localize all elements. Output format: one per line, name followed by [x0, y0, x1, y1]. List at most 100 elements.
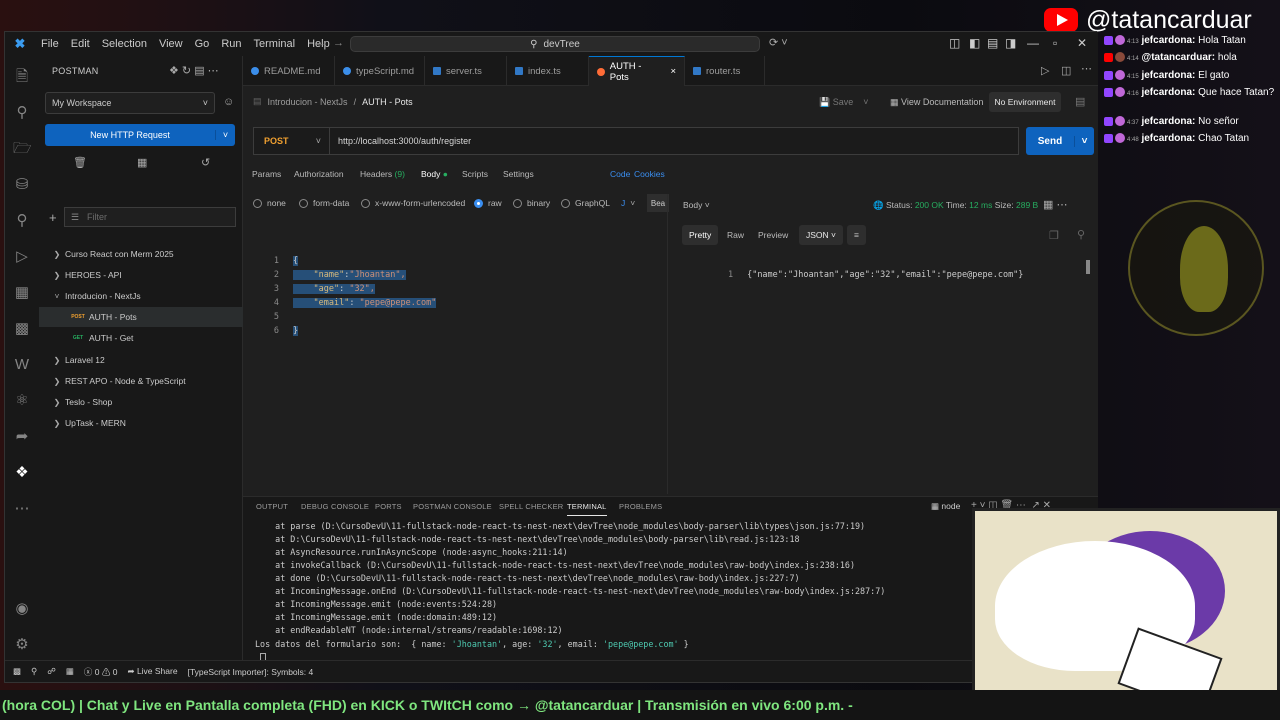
scrollbar-thumb[interactable]: [1086, 260, 1090, 274]
back-arrow-icon[interactable]: ←: [315, 37, 326, 49]
collection-item[interactable]: ❯ HEROES - API: [39, 265, 243, 285]
invite-user-icon[interactable]: ☺: [223, 96, 234, 108]
tab-server-ts[interactable]: server.ts: [425, 56, 507, 86]
add-collection-icon[interactable]: +: [49, 210, 57, 225]
send-button[interactable]: Send ˅: [1026, 127, 1094, 155]
postman-icon[interactable]: ❖: [13, 464, 31, 482]
pane-divider[interactable]: [667, 194, 668, 494]
save-response-icon[interactable]: ▦ ⋯: [1043, 198, 1067, 211]
toggle-sidebar-icon[interactable]: ◧: [969, 36, 980, 50]
chevron-down-icon[interactable]: ˅: [215, 130, 235, 140]
menu-view[interactable]: View: [153, 38, 189, 50]
collection-item[interactable]: ❯ Laravel 12: [39, 350, 243, 370]
raw-type-select[interactable]: J ˅: [621, 198, 635, 208]
collection-item[interactable]: ❯ Teslo - Shop: [39, 392, 243, 412]
view-raw-button[interactable]: Raw: [720, 225, 751, 245]
body-option-binary[interactable]: binary: [513, 198, 550, 208]
trash-icon[interactable]: 🗑: [73, 156, 87, 169]
filter-input[interactable]: ☰ Filter: [64, 207, 236, 227]
settings-gear-icon[interactable]: ⚙: [13, 636, 31, 654]
explorer-icon[interactable]: 🗎: [13, 68, 31, 86]
database-icon[interactable]: ⛁: [13, 176, 31, 194]
restore-icon[interactable]: ▫: [1053, 36, 1057, 50]
cookies-link[interactable]: Cookies: [634, 169, 665, 179]
problems-status[interactable]: ⓧ 0 ⚠ 0: [84, 666, 118, 678]
remote-icon[interactable]: ▩: [13, 666, 21, 677]
new-http-request-button[interactable]: New HTTP Request ˅: [45, 124, 235, 146]
run-debug-icon[interactable]: ▷: [13, 248, 31, 266]
menu-go[interactable]: Go: [189, 38, 216, 50]
request-item-auth-pots[interactable]: POST AUTH - Pots: [39, 307, 243, 327]
terminal-shell[interactable]: ▦ node: [931, 501, 960, 512]
tab-headers[interactable]: Headers (9): [360, 169, 405, 179]
tab-authorization[interactable]: Authorization: [294, 169, 344, 179]
save-button[interactable]: 💾 Save ˅: [819, 97, 869, 108]
panel-tab-terminal[interactable]: TERMINAL: [567, 502, 607, 516]
search-icon[interactable]: ⚲: [31, 666, 37, 677]
extensions-icon[interactable]: ▦: [13, 284, 31, 302]
request-item-auth-get[interactable]: GET AUTH - Get: [39, 328, 243, 348]
more-actions-icon[interactable]: ⋯: [1081, 62, 1092, 75]
tab-body[interactable]: Body ●: [421, 169, 448, 179]
tab-settings[interactable]: Settings: [503, 169, 534, 179]
tab-params[interactable]: Params: [252, 169, 281, 179]
tab-index-ts[interactable]: index.ts: [507, 56, 589, 86]
view-pretty-button[interactable]: Pretty: [682, 225, 719, 245]
panel-tab-postman-console[interactable]: POSTMAN CONSOLE: [413, 502, 492, 511]
ports-icon[interactable]: ▦: [66, 666, 74, 677]
body-option-raw[interactable]: raw: [474, 198, 502, 208]
collection-item[interactable]: ❯ Curso React con Merm 2025: [39, 244, 243, 264]
view-preview-button[interactable]: Preview: [751, 225, 795, 245]
collection-item[interactable]: ❯ UpTask - MERN: [39, 413, 243, 433]
search-icon[interactable]: ⚲: [13, 212, 31, 230]
layout-icon[interactable]: ◫: [949, 36, 960, 50]
chevron-down-icon[interactable]: ˅: [1074, 135, 1094, 147]
search-view-icon[interactable]: ⚲: [13, 104, 31, 122]
command-center-search[interactable]: ⚲ devTree: [350, 36, 760, 52]
request-body-editor[interactable]: 1{ 2 "name":"Jhoantan", 3 "age": "32", 4…: [253, 254, 667, 514]
menu-file[interactable]: File: [35, 38, 65, 50]
collection-item-open[interactable]: ˅ Introducion - NextJs: [39, 286, 243, 306]
menu-terminal[interactable]: Terminal: [248, 38, 302, 50]
remote-explorer-icon[interactable]: ▩: [13, 320, 31, 338]
panel-tab-problems[interactable]: PROBLEMS: [619, 502, 662, 511]
tab-auth-pots[interactable]: AUTH - Pots ×: [589, 56, 685, 86]
breadcrumb-parent[interactable]: Introducion - NextJs: [268, 97, 348, 107]
wrap-lines-icon[interactable]: ≡: [847, 225, 866, 245]
collection-item[interactable]: ❯ REST APO - Node & TypeScript: [39, 371, 243, 391]
tab-router-ts[interactable]: router.ts: [685, 56, 765, 86]
history-icon[interactable]: ↺: [201, 156, 210, 169]
sidebar-action-icons[interactable]: ❖ ↻ ▤ ⋯: [169, 64, 219, 77]
forward-arrow-icon[interactable]: →: [333, 37, 344, 49]
testing-icon[interactable]: ⚛: [13, 392, 31, 410]
tab-scripts[interactable]: Scripts: [462, 169, 488, 179]
panel-tab-spell-checker[interactable]: SPELL CHECKER: [499, 502, 563, 511]
copilot-icon[interactable]: ⟳ ˅: [769, 36, 788, 49]
body-option-graphql[interactable]: GraphQL: [561, 198, 610, 208]
tab-readme[interactable]: README.md: [243, 56, 335, 86]
collections-icon[interactable]: ▦: [137, 156, 147, 169]
body-option-urlencoded[interactable]: x-www-form-urlencoded: [361, 198, 465, 208]
run-icon[interactable]: ▷: [1041, 64, 1049, 77]
beautify-button[interactable]: Bea: [647, 194, 669, 212]
account-icon[interactable]: ◉: [13, 600, 31, 618]
environment-select[interactable]: No Environment: [989, 92, 1061, 112]
copy-icon[interactable]: ❐: [1049, 229, 1059, 242]
more-icon[interactable]: ⋯: [13, 500, 31, 518]
body-option-none[interactable]: none: [253, 198, 286, 208]
panel-tab-output[interactable]: OUTPUT: [256, 502, 288, 511]
url-input[interactable]: http://localhost:3000/auth/register: [330, 136, 471, 146]
breadcrumb-current[interactable]: AUTH - Pots: [362, 97, 413, 107]
close-window-icon[interactable]: ✕: [1077, 36, 1087, 50]
environment-quicklook-icon[interactable]: ▤: [1075, 95, 1085, 108]
toggle-secondary-icon[interactable]: ◨: [1005, 36, 1016, 50]
minimize-icon[interactable]: —: [1027, 36, 1039, 50]
close-tab-icon[interactable]: ×: [670, 66, 676, 77]
panel-tab-ports[interactable]: PORTS: [375, 502, 402, 511]
source-control-icon[interactable]: ☍: [47, 666, 56, 677]
typescript-importer-status[interactable]: [TypeScript Importer]: Symbols: 4: [188, 667, 314, 677]
menu-edit[interactable]: Edit: [65, 38, 96, 50]
menu-run[interactable]: Run: [215, 38, 247, 50]
split-editor-icon[interactable]: ◫: [1061, 64, 1071, 77]
toggle-panel-icon[interactable]: ▤: [987, 36, 998, 50]
